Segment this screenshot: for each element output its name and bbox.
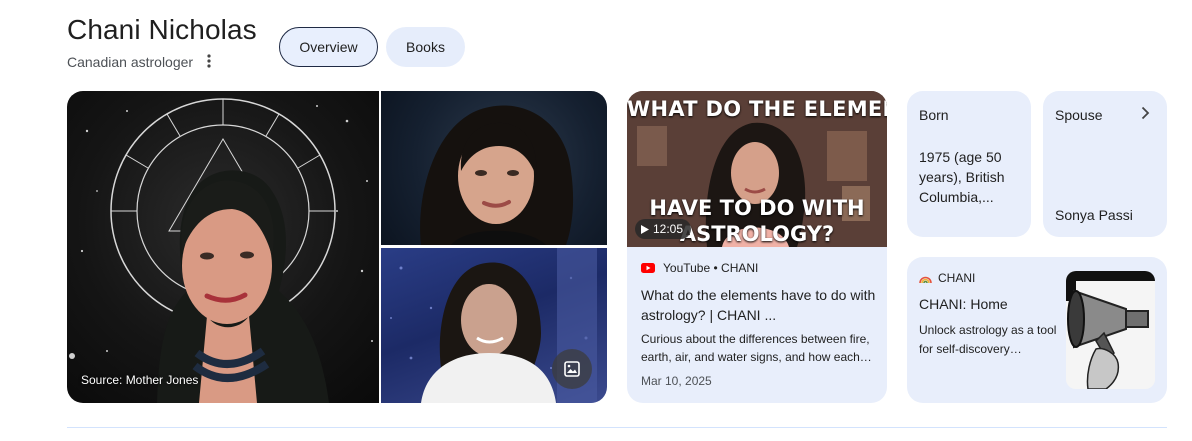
portrait-image: [69, 98, 373, 403]
video-duration-badge: 12:05: [635, 219, 692, 239]
more-options-button[interactable]: [200, 51, 218, 71]
section-divider: [67, 427, 1167, 428]
image-icon: [564, 361, 580, 377]
video-date: Mar 10, 2025: [641, 374, 712, 388]
play-icon: [641, 224, 649, 234]
thumbnail-text-top: WHAT DO THE ELEMENTS: [627, 97, 887, 121]
image-source-caption: Source: Mother Jones: [81, 373, 199, 387]
rainbow-icon: [919, 276, 932, 283]
more-vert-icon: [207, 54, 211, 68]
spouse-value: Sonya Passi: [1055, 207, 1133, 223]
born-label: Born: [919, 107, 949, 123]
spouse-card[interactable]: Spouse Sonya Passi: [1043, 91, 1167, 237]
tab-overview[interactable]: Overview: [279, 27, 378, 67]
video-source: YouTube • CHANI: [663, 261, 759, 275]
video-thumbnail: WHAT DO THE ELEMENTS HAVE TO DO WITH AST…: [627, 91, 887, 247]
youtube-icon: [641, 263, 655, 273]
born-card[interactable]: Born 1975 (age 50 years), British Columb…: [907, 91, 1031, 237]
website-source-row: CHANI: [919, 271, 975, 285]
photo-2[interactable]: [381, 91, 607, 245]
entity-subtitle: Canadian astrologer: [67, 54, 194, 70]
main-photo[interactable]: [67, 91, 379, 403]
thumbnail-text-line-1: HAVE TO DO WITH: [649, 196, 865, 220]
website-name: CHANI: [938, 271, 976, 285]
chevron-right-icon: [1141, 106, 1150, 120]
website-card[interactable]: CHANI CHANI: Home Unlock astrology as a …: [907, 257, 1167, 403]
portrait-image: [420, 105, 574, 245]
spouse-label: Spouse: [1055, 107, 1103, 123]
video-description: Curious about the differences between fi…: [641, 332, 872, 364]
tab-books[interactable]: Books: [386, 27, 465, 67]
entity-title: Chani Nicholas: [67, 14, 257, 45]
view-images-button[interactable]: [552, 349, 592, 389]
born-value: 1975 (age 50 years), British Columbia,..…: [919, 149, 1005, 205]
video-source-row: YouTube • CHANI: [641, 261, 758, 275]
website-description: Unlock astrology as a tool for self-disc…: [919, 323, 1057, 356]
megaphone-image: [1066, 271, 1155, 389]
video-title[interactable]: What do the elements have to do with ast…: [641, 285, 877, 325]
video-duration: 12:05: [653, 222, 684, 236]
website-thumbnail: [1066, 271, 1155, 389]
video-card[interactable]: WHAT DO THE ELEMENTS HAVE TO DO WITH AST…: [627, 91, 887, 403]
website-title[interactable]: CHANI: Home: [919, 296, 1008, 312]
